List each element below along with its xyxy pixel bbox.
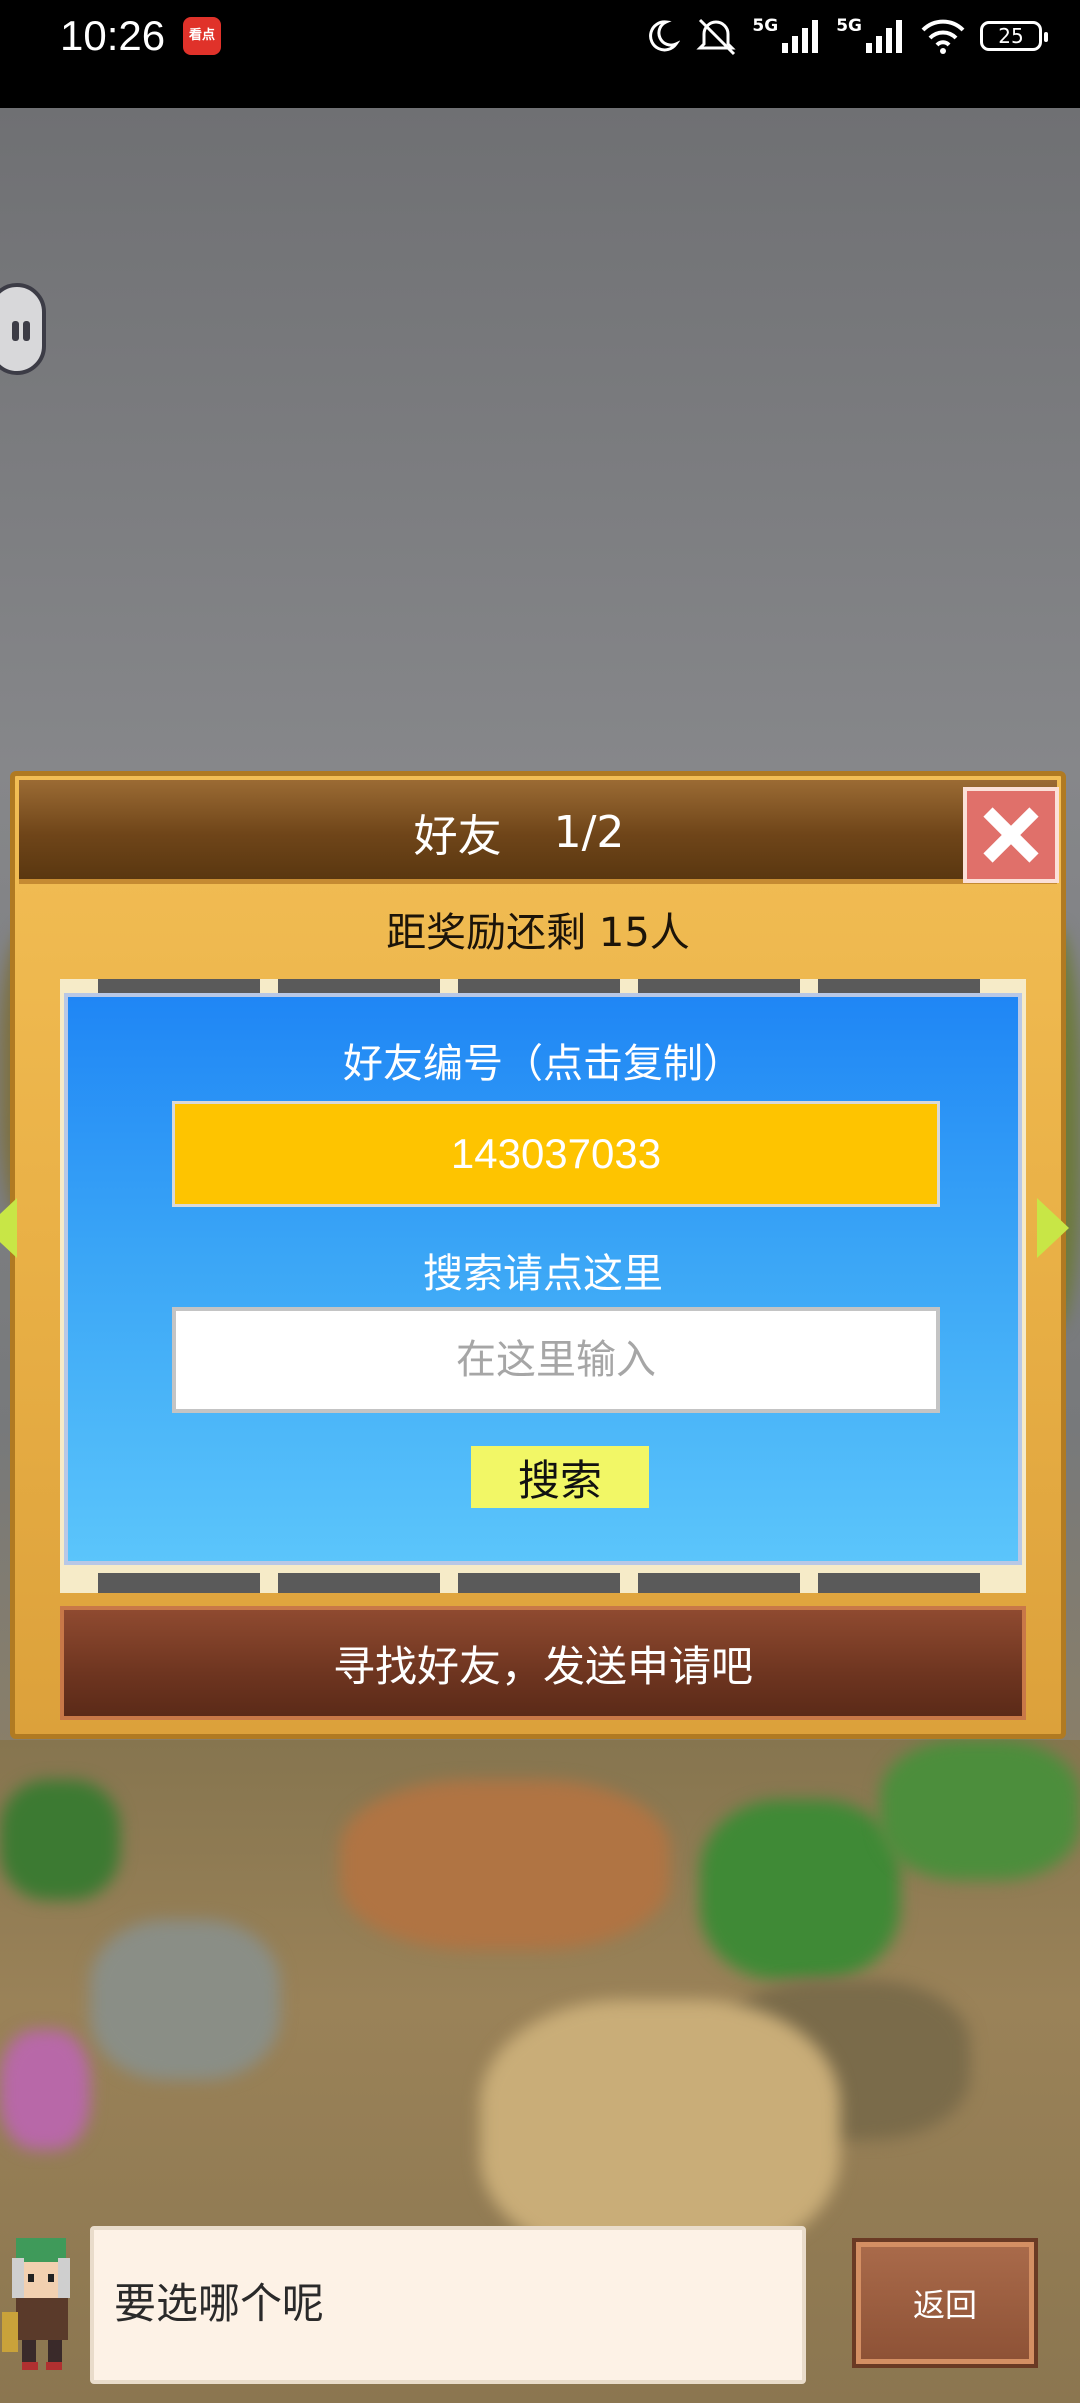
signal-icon <box>866 20 902 53</box>
friend-id-copy-button[interactable]: 143037033 <box>172 1101 940 1207</box>
panel-slot-tab <box>278 1573 440 1593</box>
signal-2-label: 5G <box>836 16 862 36</box>
character-avatar-icon <box>2 2238 70 2370</box>
battery-icon: 25 <box>980 21 1048 51</box>
signal-icon <box>782 20 819 53</box>
status-bar: 10:26 看点 5G 5G 25 <box>0 0 1080 108</box>
background-building <box>340 1780 670 1950</box>
speech-text: 要选哪个呢 <box>114 2279 325 2328</box>
background-path <box>480 2000 840 2260</box>
mute-icon <box>696 18 737 56</box>
background-flowers <box>0 2030 90 2150</box>
search-label: 搜索请点这里 <box>423 1251 663 1297</box>
reward-progress-text: 距奖励还剩 15人 <box>386 910 690 956</box>
panel-slot-tab <box>98 1573 260 1593</box>
wifi-icon <box>921 19 965 54</box>
friends-dialog: 好友 1/2 距奖励还剩 15人 好友编号（点击复制） 143037033 搜索… <box>0 771 1069 1739</box>
search-button[interactable]: 搜索 <box>471 1446 649 1508</box>
background-tree <box>0 1780 120 1900</box>
dialog-page-indicator: 1/2 <box>553 806 625 858</box>
prev-page-arrow-icon[interactable] <box>0 1198 17 1258</box>
panel-slot-tab <box>458 1573 620 1593</box>
background-trees <box>700 1800 900 1980</box>
dialog-title: 好友 1/2 <box>19 780 1019 884</box>
moon-icon <box>649 20 681 52</box>
find-friends-button[interactable]: 寻找好友，发送申请吧 <box>60 1606 1026 1720</box>
friend-id-label: 好友编号（点击复制） <box>343 1041 743 1087</box>
status-time: 10:26 <box>60 12 166 59</box>
panel-slot-tab <box>818 1573 980 1593</box>
search-input[interactable] <box>172 1307 940 1413</box>
back-button[interactable]: 返回 <box>856 2242 1034 2364</box>
dialog-title-text: 好友 <box>413 811 502 862</box>
panel-slot-tab <box>638 1573 800 1593</box>
dialog-header: 好友 1/2 <box>19 780 1057 884</box>
app-notification-icon: 看点 <box>183 17 221 55</box>
background-trees <box>880 1740 1080 1880</box>
signal-1-label: 5G <box>752 16 779 36</box>
friend-panel-frame: 好友编号（点击复制） 143037033 搜索请点这里 搜索 <box>60 979 1026 1593</box>
side-menu-handle[interactable] <box>0 283 46 375</box>
background-fountain <box>90 1920 280 2080</box>
next-page-arrow-icon[interactable] <box>1037 1198 1069 1258</box>
close-button[interactable] <box>963 787 1059 883</box>
close-icon <box>983 807 1039 863</box>
status-icons: 5G 5G 25 <box>644 14 1048 58</box>
speech-bubble: 要选哪个呢 <box>90 2226 806 2384</box>
friend-search-panel: 好友编号（点击复制） 143037033 搜索请点这里 搜索 <box>64 993 1022 1565</box>
